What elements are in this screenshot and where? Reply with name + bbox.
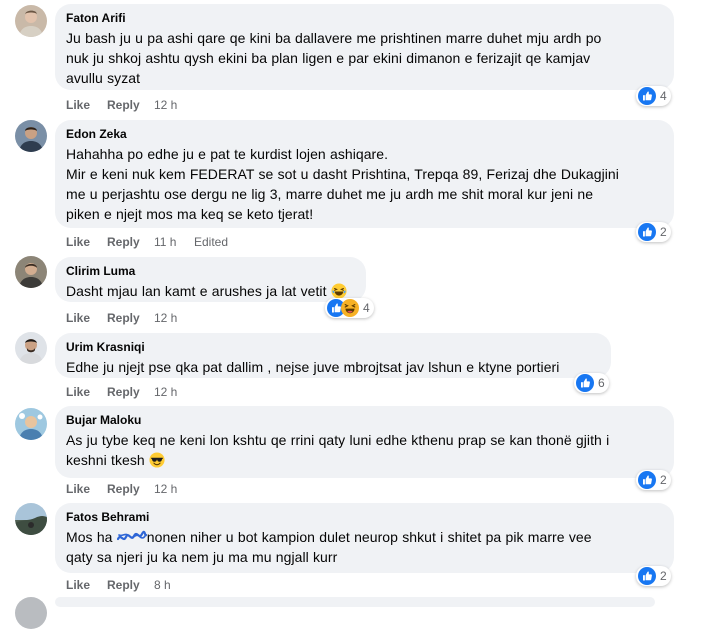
comment-text: Ju bash ju u pa ashi qare qe kini ba dal… [66, 28, 663, 88]
comment-bubble [55, 597, 655, 607]
reaction-count: 4 [363, 301, 370, 315]
redaction-scribble [116, 530, 147, 541]
haha-icon [341, 299, 359, 317]
avatar[interactable] [15, 256, 47, 288]
comment-timestamp[interactable]: 8 h [154, 578, 171, 592]
comment-line: piken e njejt mos ma keq se keto tjerat! [66, 206, 314, 222]
reaction-count: 2 [660, 225, 667, 239]
comment-line: avullu syzat [66, 70, 141, 86]
like-icon [638, 87, 656, 105]
edited-label[interactable]: Edited [194, 235, 228, 249]
reply-button[interactable]: Reply [107, 385, 140, 399]
comment-author[interactable]: Bujar Maloku [66, 413, 663, 428]
like-icon [638, 471, 656, 489]
like-button[interactable]: Like [66, 98, 90, 112]
comment-bubble: Urim Krasniqi Edhe ju njejt pse qka pat … [55, 333, 611, 378]
like-button[interactable]: Like [66, 311, 90, 325]
comment-text: Mos ha nonen niher u bot kampion dulet n… [66, 527, 663, 567]
sunglasses-emoji-icon [149, 452, 165, 468]
reply-button[interactable]: Reply [107, 482, 140, 496]
comment-author[interactable]: Urim Krasniqi [66, 340, 600, 355]
reaction-summary[interactable]: 2 [636, 566, 671, 586]
comment-author[interactable]: Faton Arifi [66, 11, 663, 26]
comment-text: Edhe ju njejt pse qka pat dallim , nejse… [66, 357, 600, 377]
comment-text: Dasht mjau lan kamt e arushes ja lat vet… [66, 281, 355, 301]
comment-line: keshni tkesh [66, 452, 145, 468]
comment-text: Hahahha po edhe ju e pat te kurdist loje… [66, 144, 663, 224]
comment-author[interactable]: Fatos Behrami [66, 510, 663, 525]
reaction-count: 4 [660, 89, 667, 103]
like-icon [638, 223, 656, 241]
comment-bubble: Edon Zeka Hahahha po edhe ju e pat te ku… [55, 120, 674, 228]
comment-line: As ju tybe keq ne keni lon kshtu qe rrin… [66, 432, 610, 448]
avatar[interactable] [15, 597, 47, 629]
comment-timestamp[interactable]: 11 h [154, 235, 176, 249]
reaction-summary[interactable]: 2 [636, 470, 671, 490]
reply-button[interactable]: Reply [107, 311, 140, 325]
comment-line-start: Mos ha [66, 529, 113, 545]
comment-line: Edhe ju njejt pse qka pat dallim , nejse… [66, 359, 560, 375]
avatar[interactable] [15, 332, 47, 364]
avatar[interactable] [15, 120, 47, 152]
like-icon [638, 567, 656, 585]
comment-bubble: Bujar Maloku As ju tybe keq ne keni lon … [55, 406, 674, 478]
comment-line: nuk ju shkoj ashtu qysh ekini ba plan li… [66, 50, 591, 66]
like-icon [576, 374, 594, 392]
reaction-summary[interactable]: 4 [636, 86, 671, 106]
reply-button[interactable]: Reply [107, 235, 140, 249]
reaction-count: 2 [660, 473, 667, 487]
comment-timestamp[interactable]: 12 h [154, 98, 177, 112]
avatar[interactable] [15, 503, 47, 535]
comment-line: Ju bash ju u pa ashi qare qe kini ba dal… [66, 30, 602, 46]
reaction-summary[interactable]: 4 [325, 298, 374, 318]
comment-bubble: Fatos Behrami Mos ha nonen niher u bot k… [55, 503, 674, 573]
reaction-count: 6 [598, 376, 605, 390]
comment-line: me u perjashtu ose dergu ne lig 3, marre… [66, 186, 594, 202]
reaction-count: 2 [660, 569, 667, 583]
like-button[interactable]: Like [66, 235, 90, 249]
reply-button[interactable]: Reply [107, 98, 140, 112]
comment-timestamp[interactable]: 12 h [154, 385, 177, 399]
like-button[interactable]: Like [66, 578, 90, 592]
comment-author[interactable]: Edon Zeka [66, 127, 663, 142]
comment-line-end: nonen niher u bot kampion dulet neurop s… [146, 529, 592, 545]
comment-timestamp[interactable]: 12 h [154, 482, 177, 496]
comment-bubble: Clirim Luma Dasht mjau lan kamt e arushe… [55, 257, 366, 302]
like-button[interactable]: Like [66, 385, 90, 399]
comment-line: Dasht mjau lan kamt e arushes ja lat vet… [66, 283, 327, 299]
comment-author[interactable]: Clirim Luma [66, 264, 355, 279]
avatar[interactable] [15, 408, 47, 440]
like-button[interactable]: Like [66, 482, 90, 496]
reply-button[interactable]: Reply [107, 578, 140, 592]
comment-line: Mir e keni nuk kem FEDERAT se sot u dash… [66, 166, 619, 182]
comment-line: Hahahha po edhe ju e pat te kurdist loje… [66, 146, 389, 162]
avatar[interactable] [15, 5, 47, 37]
comment-text: As ju tybe keq ne keni lon kshtu qe rrin… [66, 430, 663, 470]
reaction-summary[interactable]: 2 [636, 222, 671, 242]
comment-line: qaty sa njeri ju ka nem ju ma mu ngjall … [66, 549, 338, 565]
laughing-emoji-icon [331, 283, 347, 299]
reaction-summary[interactable]: 6 [574, 373, 609, 393]
comment-timestamp[interactable]: 12 h [154, 311, 177, 325]
comment-bubble: Faton Arifi Ju bash ju u pa ashi qare qe… [55, 4, 674, 90]
